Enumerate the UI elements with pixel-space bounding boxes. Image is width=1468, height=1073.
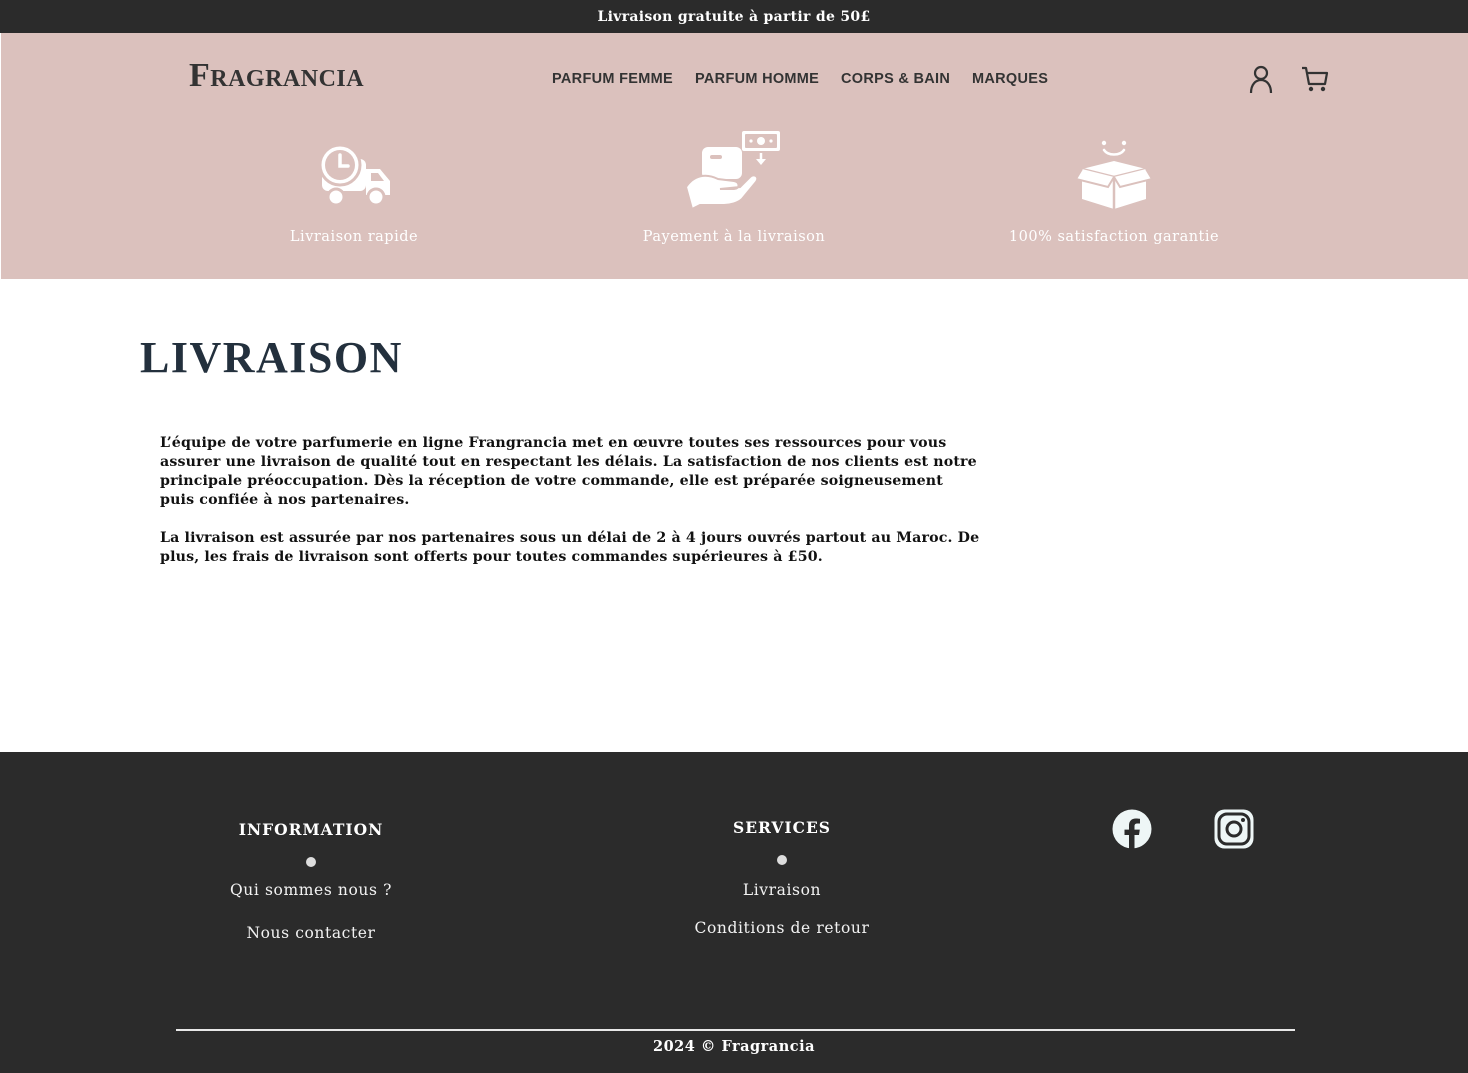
page-title: LIVRAISON xyxy=(140,333,403,382)
footer-link-conditions-de-retour[interactable]: Conditions de retour xyxy=(662,919,902,937)
cart-icon[interactable] xyxy=(1300,64,1330,94)
nav-item-parfum-homme[interactable]: PARFUM HOMME xyxy=(695,71,819,87)
footer-services-heading: SERVICES xyxy=(733,818,831,837)
facebook-icon[interactable] xyxy=(1112,809,1152,849)
delivery-truck-clock-icon xyxy=(318,143,390,207)
feature-fast-delivery: Livraison rapide xyxy=(254,137,454,245)
feature-cash-on-delivery: Payement à la livraison xyxy=(634,131,834,245)
copyright-text: 2024 © Fragrancia xyxy=(653,1038,815,1055)
happy-box-icon xyxy=(1074,140,1154,209)
nav-item-marques[interactable]: MARQUES xyxy=(972,71,1048,87)
feature-label: Payement à la livraison xyxy=(642,229,826,245)
heading-dot xyxy=(777,855,787,865)
footer-services-column: SERVICES Livraison Conditions de retour xyxy=(662,818,902,937)
footer-information-column: INFORMATION Qui sommes nous ? Nous conta… xyxy=(211,820,411,942)
user-icon[interactable] xyxy=(1246,64,1276,94)
nav-item-corps-bain[interactable]: CORPS & BAIN xyxy=(841,71,950,87)
delivery-paragraph: La livraison est assurée par nos partena… xyxy=(160,530,980,565)
feature-satisfaction: 100% satisfaction garantie xyxy=(1004,137,1224,245)
heading-dot xyxy=(306,857,316,867)
footer-link-qui-sommes-nous[interactable]: Qui sommes nous ? xyxy=(211,881,411,899)
instagram-icon[interactable] xyxy=(1214,809,1254,849)
feature-label: 100% satisfaction garantie xyxy=(1008,229,1220,245)
site-header: Fragrancia PARFUM FEMME PARFUM HOMME COR… xyxy=(1,33,1468,279)
announcement-text: Livraison gratuite à partir de 50£ xyxy=(597,8,871,25)
site-footer: INFORMATION Qui sommes nous ? Nous conta… xyxy=(0,752,1468,1073)
footer-link-livraison[interactable]: Livraison xyxy=(662,881,902,899)
delivery-paragraph: L’équipe de votre parfumerie en ligne Fr… xyxy=(160,435,977,508)
footer-information-heading: INFORMATION xyxy=(238,820,384,839)
footer-link-nous-contacter[interactable]: Nous contacter xyxy=(211,924,411,942)
feature-label: Livraison rapide xyxy=(289,229,419,245)
nav-item-parfum-femme[interactable]: PARFUM FEMME xyxy=(552,71,673,87)
footer-divider xyxy=(176,1029,1295,1031)
cash-on-delivery-icon xyxy=(684,131,780,209)
announcement-bar: Livraison gratuite à partir de 50£ xyxy=(0,0,1468,33)
